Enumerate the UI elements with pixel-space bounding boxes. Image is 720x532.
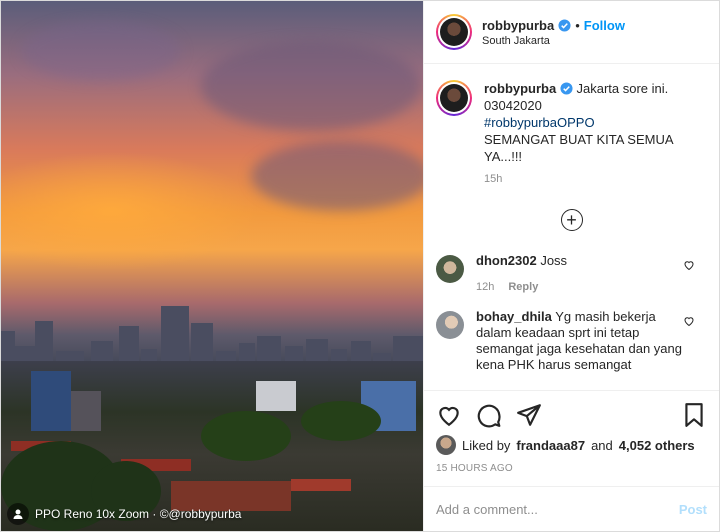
location-link[interactable]: South Jakarta <box>482 35 625 47</box>
verified-badge-icon <box>560 82 573 95</box>
post-header: robbypurba • Follow South Jakarta <box>424 1 719 64</box>
comment-icon[interactable] <box>476 402 502 428</box>
comment-input[interactable] <box>436 501 679 517</box>
heart-icon[interactable] <box>436 402 462 428</box>
avatar[interactable] <box>436 80 472 116</box>
caption-block: robbypurba Jakarta sore ini. 03042020 #r… <box>436 80 707 185</box>
caption-username[interactable]: robbypurba <box>484 81 556 96</box>
user-tag-icon[interactable] <box>7 503 29 525</box>
avatar[interactable] <box>436 435 456 455</box>
post-comment-button[interactable]: Post <box>679 502 707 517</box>
heart-icon[interactable] <box>683 259 695 271</box>
comment-text: Joss <box>540 253 568 268</box>
post-timestamp[interactable]: 15 HOURS AGO <box>436 463 707 474</box>
avatar[interactable] <box>436 255 464 283</box>
cloud <box>201 41 421 131</box>
liker-username[interactable]: frandaaa87 <box>516 438 585 453</box>
avatar[interactable] <box>436 311 464 339</box>
cloud <box>251 141 423 211</box>
caption-time: 15h <box>484 173 503 185</box>
comment-username[interactable]: bohay_dhila <box>476 309 552 324</box>
post-photo[interactable]: PPO Reno 10x Zoom · ©@robbypurba <box>1 1 423 531</box>
likes-prefix: Liked by <box>462 437 511 453</box>
likes-others-link[interactable]: 4,052 others <box>619 438 695 453</box>
likes-summary: Liked by frandaaa87 and 4,052 others <box>436 435 707 455</box>
follow-button[interactable]: Follow <box>584 18 625 33</box>
photo-watermark: PPO Reno 10x Zoom · ©@robbypurba <box>7 503 241 525</box>
share-icon[interactable] <box>516 402 542 428</box>
cloud <box>21 21 181 81</box>
bookmark-icon[interactable] <box>681 402 707 428</box>
add-comment-bar: Post <box>424 486 719 531</box>
building <box>31 371 71 431</box>
photo-watermark-text: PPO Reno 10x Zoom · ©@robbypurba <box>35 507 242 521</box>
tree <box>301 401 381 441</box>
caption-line: 03042020 <box>484 98 542 113</box>
separator-dot: • <box>575 17 580 33</box>
avatar[interactable] <box>436 14 472 50</box>
comment-item: dhon2302 Joss 12h Reply <box>436 253 707 295</box>
post-side-panel: robbypurba • Follow South Jakarta robbyp… <box>423 1 719 531</box>
plus-circle-icon[interactable]: + <box>560 209 583 231</box>
comment-time: 12h <box>476 281 495 293</box>
caption-line: SEMANGAT BUAT KITA SEMUA YA...!!! <box>484 132 673 164</box>
author-username[interactable]: robbypurba <box>482 18 554 33</box>
roof <box>291 479 351 491</box>
reply-button[interactable]: Reply <box>508 279 538 295</box>
tree <box>201 411 291 461</box>
instagram-post-window: PPO Reno 10x Zoom · ©@robbypurba robbypu… <box>0 0 720 532</box>
caption-line: Jakarta sore ini. <box>576 81 669 96</box>
hashtag-link[interactable]: #robbypurbaOPPO <box>484 115 595 130</box>
caption-text: robbypurba Jakarta sore ini. 03042020 #r… <box>484 80 694 165</box>
likes-and: and <box>591 437 613 453</box>
sunset-glow <box>1 151 261 271</box>
verified-badge-icon <box>558 18 571 32</box>
comment-item: bohay_dhila Yg masih bekerja dalam keada… <box>436 309 707 373</box>
building <box>256 381 296 411</box>
building <box>71 391 101 431</box>
post-actions: Liked by frandaaa87 and 4,052 others 15 … <box>424 390 719 474</box>
comment-username[interactable]: dhon2302 <box>476 253 537 268</box>
heart-icon[interactable] <box>683 315 695 327</box>
load-more-comments[interactable]: + <box>436 209 707 231</box>
comments-scroll-area[interactable]: robbypurba Jakarta sore ini. 03042020 #r… <box>424 64 719 390</box>
